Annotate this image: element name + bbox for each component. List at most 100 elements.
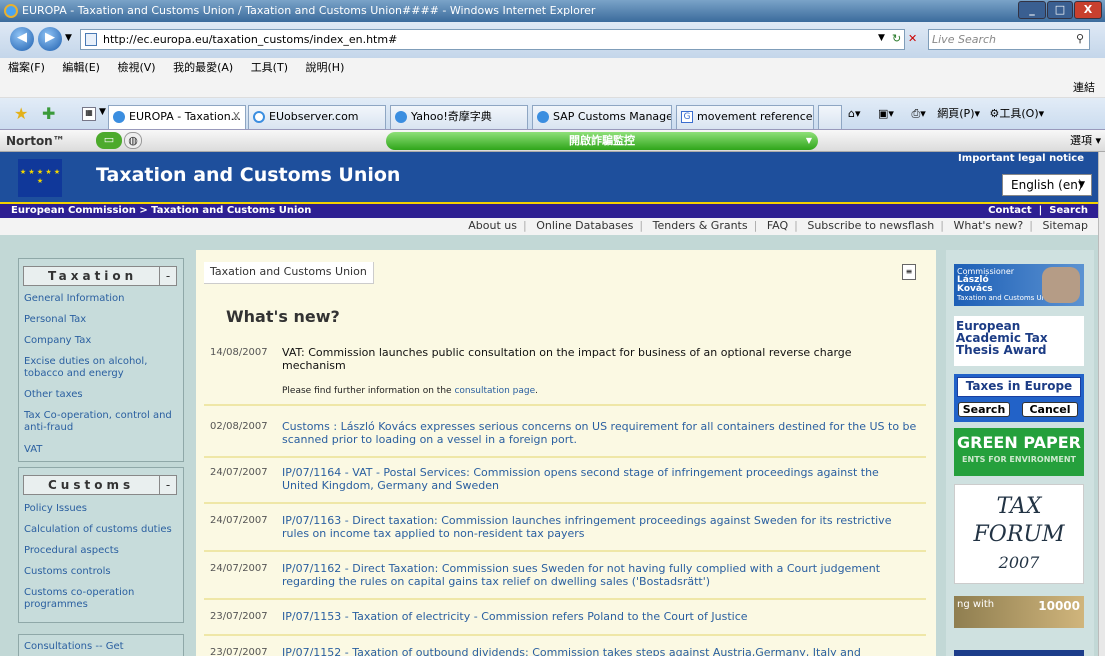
contact-link[interactable]: Contact	[988, 205, 1032, 216]
link-company-tax[interactable]: Company Tax	[24, 335, 180, 347]
fraud-monitor-button[interactable]: 開啟詐騙監控 ▼	[386, 132, 818, 150]
refresh-icon[interactable]: ↻	[892, 29, 901, 50]
note-end: .	[535, 386, 539, 396]
green-paper-banner[interactable]: GREEN PAPER ENTS FOR ENVIRONMENT	[954, 428, 1084, 476]
tab-yahoo[interactable]: Yahoo!奇摩字典	[390, 105, 528, 129]
link-customs-controls[interactable]: Customs controls	[24, 566, 180, 578]
link-excise-duties[interactable]: Excise duties on alcohol, tobacco and en…	[24, 356, 180, 380]
history-dropdown-icon[interactable]: ▼	[65, 33, 72, 43]
taxes-cancel-button[interactable]: Cancel	[1022, 402, 1078, 417]
legal-notice-link[interactable]: Important legal notice	[958, 153, 1084, 164]
link-general-information[interactable]: General Information	[24, 293, 180, 305]
link-customs-cooperation[interactable]: Customs co-operation programmes	[24, 587, 180, 611]
tab-close-icon[interactable]: X	[232, 106, 240, 128]
favorites-star-icon[interactable]: ★	[14, 104, 28, 123]
taxes-in-europe-label[interactable]: Taxes in Europe	[957, 377, 1081, 397]
tab-sap[interactable]: SAP Customs Manage...	[532, 105, 672, 129]
nav-sitemap[interactable]: Sitemap	[1042, 219, 1088, 232]
tools-menu[interactable]: ⚙工具(O)▾	[990, 107, 1045, 120]
news-link[interactable]: IP/07/1162 - Direct Taxation: Commission…	[282, 562, 918, 588]
search-go-icon[interactable]: ⚲	[1076, 29, 1084, 50]
link-calculation-duties[interactable]: Calculation of customs duties	[24, 524, 180, 536]
news-link[interactable]: IP/07/1164 - VAT - Postal Services: Comm…	[282, 466, 918, 492]
menu-tools[interactable]: 工具(T)	[251, 61, 288, 74]
tax-forum-banner[interactable]: TAX FORUM 2007	[954, 484, 1084, 584]
news-link[interactable]: IP/07/1163 - Direct taxation: Commission…	[282, 514, 918, 540]
tab-euobserver[interactable]: EUobserver.com	[248, 105, 386, 129]
news-link[interactable]: IP/07/1153 - Taxation of electricity - C…	[282, 610, 918, 623]
taxes-in-europe-widget: Taxes in Europe Search Cancel	[954, 374, 1084, 422]
new-tab-button[interactable]	[818, 105, 842, 129]
link-other-taxes[interactable]: Other taxes	[24, 389, 180, 401]
nav-tenders-grants[interactable]: Tenders & Grants	[653, 219, 748, 232]
news-date: 02/08/2007	[210, 421, 268, 432]
nav-about-us[interactable]: About us	[468, 219, 517, 232]
maximize-button[interactable]: □	[1047, 1, 1073, 19]
link-consultations[interactable]: Consultations -- Get	[24, 641, 180, 653]
site-search-link[interactable]: Search	[1049, 205, 1088, 216]
stop-icon[interactable]: ✕	[908, 29, 917, 50]
content-breadcrumb[interactable]: Taxation and Customs Union	[204, 262, 374, 284]
link-vat[interactable]: VAT	[24, 444, 180, 456]
print-page-icon[interactable]: ≡	[902, 264, 916, 280]
command-bar: ⌂▾ ▣▾ ⎙▾ 網頁(P)▾ ⚙工具(O)▾	[848, 102, 1044, 126]
breadcrumb-text[interactable]: European Commission > Taxation and Custo…	[11, 204, 311, 217]
url-dropdown-icon[interactable]: ▼	[878, 29, 885, 50]
news-link[interactable]: Customs : László Kovács expresses seriou…	[282, 420, 918, 446]
tab-list-icon[interactable]: ▼	[99, 107, 106, 117]
news-item[interactable]: 24/07/2007 IP/07/1162 - Direct Taxation:…	[204, 562, 926, 600]
tab-europa[interactable]: EUROPA - Taxation... X	[108, 105, 246, 129]
menu-file[interactable]: 檔案(F)	[8, 61, 45, 74]
add-favorite-icon[interactable]: ✚	[42, 104, 55, 123]
print-icon[interactable]: ⎙▾	[911, 107, 925, 120]
quick-tabs-icon[interactable]: ▦	[82, 107, 96, 121]
page-menu[interactable]: 網頁(P)▾	[937, 107, 980, 120]
news-item[interactable]: 23/07/2007 IP/07/1153 - Taxation of elec…	[204, 610, 926, 636]
back-icon[interactable]: ◀	[10, 27, 34, 51]
tab-label: movement reference ...	[697, 110, 814, 123]
promo-banner[interactable]: ng with 10000	[954, 596, 1084, 628]
norton-screen-icon[interactable]: ▭	[96, 132, 122, 149]
news-link[interactable]: IP/07/1152 - Taxation of outbound divide…	[282, 646, 918, 656]
menu-help[interactable]: 說明(H)	[306, 61, 345, 74]
nav-online-databases[interactable]: Online Databases	[536, 219, 633, 232]
menu-favorites[interactable]: 我的最愛(A)	[173, 61, 233, 74]
bottom-banner[interactable]	[954, 650, 1084, 656]
link-tax-cooperation[interactable]: Tax Co-operation, control and anti-fraud	[24, 410, 180, 434]
menu-view[interactable]: 檢視(V)	[117, 61, 155, 74]
url-field[interactable]: http://ec.europa.eu/taxation_customs/ind…	[80, 29, 905, 50]
globe-icon[interactable]: ◍	[124, 132, 142, 149]
link-policy-issues[interactable]: Policy Issues	[24, 503, 180, 515]
minimize-button[interactable]: _	[1018, 1, 1046, 19]
link-personal-tax[interactable]: Personal Tax	[24, 314, 180, 326]
news-item[interactable]: 23/07/2007 IP/07/1152 - Taxation of outb…	[204, 646, 926, 656]
close-button[interactable]: X	[1074, 1, 1102, 19]
nav-whats-new[interactable]: What's new?	[953, 219, 1023, 232]
taxes-search-button[interactable]: Search	[958, 402, 1010, 417]
collapse-taxation-button[interactable]: -	[159, 267, 176, 285]
norton-options[interactable]: 選項 ▾	[1070, 132, 1101, 150]
forward-icon[interactable]: ▶	[38, 27, 62, 51]
language-select[interactable]: English (en) ▼	[1002, 174, 1092, 196]
search-input[interactable]: Live Search	[928, 29, 1090, 50]
nav-faq[interactable]: FAQ	[767, 219, 788, 232]
news-item[interactable]: 02/08/2007 Customs : László Kovács expre…	[204, 420, 926, 458]
feeds-icon[interactable]: ▣▾	[878, 107, 894, 120]
collapse-customs-button[interactable]: -	[159, 476, 176, 494]
links-label[interactable]: 連結	[1073, 81, 1095, 94]
menu-edit[interactable]: 編輯(E)	[62, 61, 100, 74]
tab-movement[interactable]: G movement reference ...	[676, 105, 814, 129]
menu-bar: 檔案(F) 編輯(E) 檢視(V) 我的最愛(A) 工具(T) 說明(H)	[0, 58, 1105, 78]
link-procedural-aspects[interactable]: Procedural aspects	[24, 545, 180, 557]
news-item[interactable]: 24/07/2007 IP/07/1163 - Direct taxation:…	[204, 514, 926, 552]
site-banner: ★ ★ ★ ★ ★ ★ Taxation and Customs Union I…	[0, 152, 1098, 202]
commissioner-photo	[1042, 267, 1080, 303]
news-item[interactable]: 24/07/2007 IP/07/1164 - VAT - Postal Ser…	[204, 466, 926, 504]
vertical-scrollbar[interactable]	[1098, 152, 1105, 656]
tax-thesis-award-banner[interactable]: European Academic Tax Thesis Award	[954, 316, 1084, 366]
commissioner-banner[interactable]: Commissioner László Kovács Taxation and …	[954, 264, 1084, 306]
nav-subscribe-newsflash[interactable]: Subscribe to newsflash	[807, 219, 934, 232]
ie-page-icon	[537, 111, 549, 123]
home-icon[interactable]: ⌂▾	[848, 107, 861, 120]
consultation-page-link[interactable]: consultation page	[454, 386, 535, 396]
